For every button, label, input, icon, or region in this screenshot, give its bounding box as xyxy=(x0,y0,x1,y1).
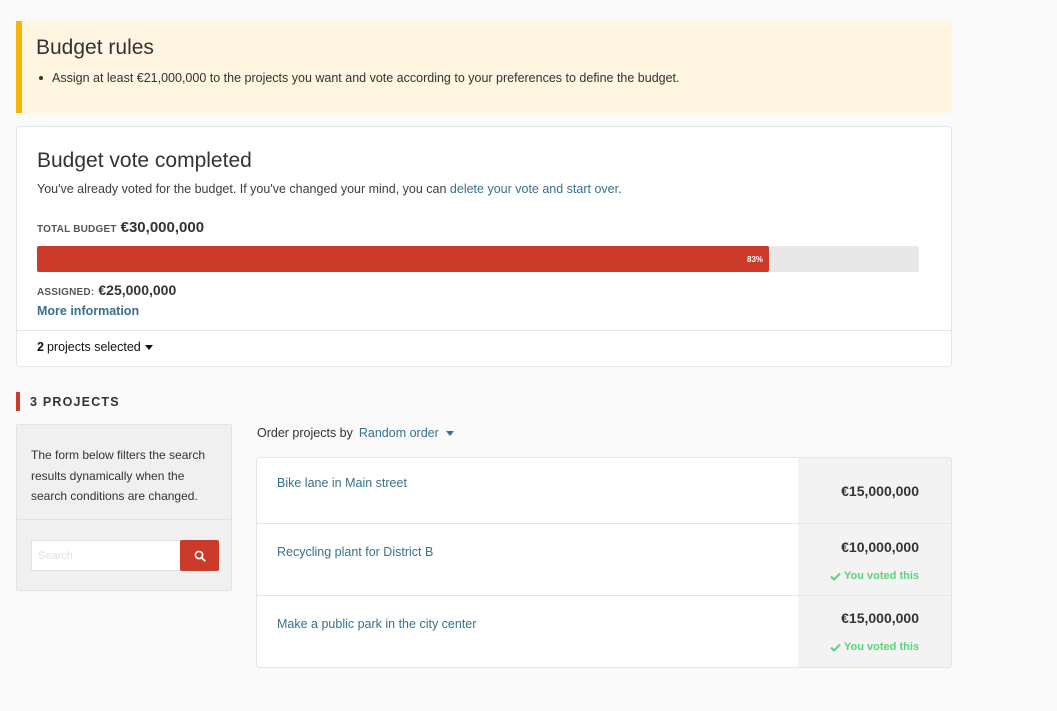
caret-down-icon xyxy=(144,344,153,350)
budget-rules-title: Budget rules xyxy=(36,36,154,59)
caret-down-icon xyxy=(445,430,454,436)
project-title-link[interactable]: Recycling plant for District B xyxy=(277,545,433,559)
projects-selected-dropdown[interactable]: 2 projects selected xyxy=(37,340,153,354)
budget-rules-callout: Budget rules Assign at least €21,000,000… xyxy=(16,21,952,113)
total-budget-label: TOTAL BUDGET xyxy=(37,224,117,235)
order-by-value: Random order xyxy=(358,426,439,440)
project-title-link[interactable]: Make a public park in the city center xyxy=(277,617,476,631)
budget-vote-card: Budget vote completed You've already vot… xyxy=(16,126,952,367)
order-by-label: Order projects by xyxy=(257,426,353,440)
filter-sidebar: The form below filters the search result… xyxy=(16,424,232,591)
vote-description-text: You've already voted for the budget. If … xyxy=(37,182,450,196)
budget-progress-fill: 83% xyxy=(37,246,770,272)
budget-progress-label: 83% xyxy=(747,254,764,264)
check-icon xyxy=(830,643,841,652)
project-budget-cell: €15,000,000 xyxy=(798,458,951,523)
vote-completed-title: Budget vote completed xyxy=(37,149,252,172)
budget-rules-list: Assign at least €21,000,000 to the proje… xyxy=(36,71,952,85)
assigned-amount: €25,000,000 xyxy=(98,282,177,298)
projects-count-heading: 3 PROJECTS xyxy=(16,392,120,411)
search-button[interactable] xyxy=(180,540,219,571)
vote-description: You've already voted for the budget. If … xyxy=(37,182,622,196)
assigned-label: ASSIGNED: xyxy=(37,287,95,298)
search-icon xyxy=(194,550,206,562)
projects-list: Bike lane in Main street €15,000,000 Rec… xyxy=(256,457,952,668)
voted-indicator: You voted this xyxy=(830,570,919,582)
total-budget: TOTAL BUDGET €30,000,000 xyxy=(37,219,204,236)
assigned-budget: ASSIGNED: €25,000,000 xyxy=(37,282,176,298)
selected-count: 2 xyxy=(37,340,44,354)
order-by: Order projects by Random order xyxy=(257,426,454,440)
voted-label: You voted this xyxy=(844,570,919,582)
filter-note: The form below filters the search result… xyxy=(31,448,206,503)
total-budget-amount: €30,000,000 xyxy=(120,219,205,236)
check-icon xyxy=(830,572,841,581)
project-row: Bike lane in Main street €15,000,000 xyxy=(257,458,951,523)
delete-vote-link[interactable]: delete your vote and start over xyxy=(450,182,618,196)
order-by-dropdown[interactable]: Random order xyxy=(359,426,454,440)
more-information-link[interactable]: More information xyxy=(37,304,139,318)
project-budget-cell: €10,000,000 You voted this xyxy=(798,524,951,595)
voted-indicator: You voted this xyxy=(830,641,919,653)
project-budget: €15,000,000 xyxy=(841,483,919,499)
project-budget: €10,000,000 xyxy=(841,539,919,555)
budget-rule-text: Assign at least €21,000,000 to the proje… xyxy=(52,71,680,85)
vote-description-end: . xyxy=(618,182,622,196)
bullet-icon xyxy=(39,76,43,80)
search-input[interactable] xyxy=(31,540,181,571)
project-budget: €15,000,000 xyxy=(841,610,919,626)
divider xyxy=(17,330,951,331)
project-budget-cell: €15,000,000 You voted this xyxy=(798,596,951,667)
project-title-link[interactable]: Bike lane in Main street xyxy=(277,476,407,490)
budget-progress-bar: 83% xyxy=(37,246,919,272)
divider xyxy=(17,519,231,520)
project-row: Make a public park in the city center €1… xyxy=(257,595,951,667)
selected-label: projects selected xyxy=(46,340,141,354)
budget-rule-item: Assign at least €21,000,000 to the proje… xyxy=(36,71,952,85)
project-row: Recycling plant for District B €10,000,0… xyxy=(257,523,951,595)
voted-label: You voted this xyxy=(844,641,919,653)
